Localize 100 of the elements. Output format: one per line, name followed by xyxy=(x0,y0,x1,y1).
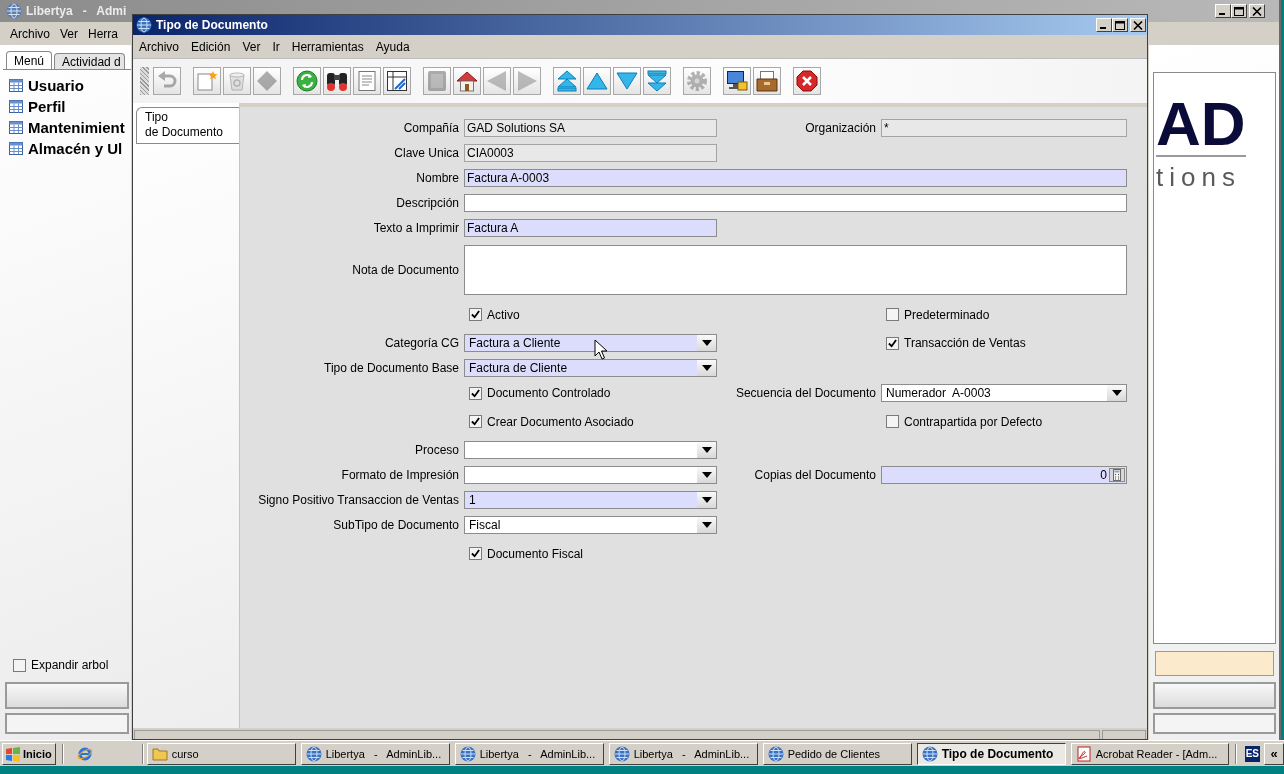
folder-icon xyxy=(151,745,168,762)
close-icon xyxy=(1252,6,1262,16)
taskbar-button[interactable]: Pedido de Clientes xyxy=(762,742,912,765)
dropdown[interactable]: Factura a Cliente xyxy=(464,334,717,352)
window-title: Tipo de Documento xyxy=(156,18,268,32)
checkbox-label: Documento Controlado xyxy=(487,386,611,400)
refresh-button[interactable] xyxy=(293,67,321,95)
last-record-button[interactable] xyxy=(643,67,671,95)
menu-item[interactable]: Herra xyxy=(83,26,124,41)
menu-item[interactable]: Ayuda xyxy=(369,39,416,54)
tree-item[interactable]: Mantenimient xyxy=(3,117,131,138)
close-window-button[interactable] xyxy=(793,67,821,95)
minimize-button[interactable] xyxy=(1215,4,1231,18)
close-icon xyxy=(1133,20,1143,30)
maximize-button[interactable] xyxy=(1112,18,1128,32)
archive-button[interactable] xyxy=(753,67,781,95)
tree-item[interactable]: Perfil xyxy=(3,96,131,117)
close-button[interactable] xyxy=(1249,4,1265,18)
tab[interactable]: Actividad d xyxy=(54,53,125,69)
maximize-button[interactable] xyxy=(1231,4,1247,18)
text-field[interactable]: CIA0003 xyxy=(464,144,717,162)
checkbox[interactable] xyxy=(886,415,899,428)
menu-item[interactable]: Archivo xyxy=(5,26,55,41)
checkbox[interactable] xyxy=(13,658,26,672)
taskbar-button[interactable]: Libertya - AdminLib... xyxy=(608,742,758,765)
house-icon xyxy=(456,70,478,92)
home-button[interactable] xyxy=(453,67,481,95)
text-field[interactable]: * xyxy=(881,119,1127,137)
language-indicator[interactable]: ES xyxy=(1244,745,1260,762)
tree-item[interactable]: Usuario xyxy=(3,75,131,96)
close-icon xyxy=(796,70,818,92)
taskbar-button[interactable]: Libertya - AdminLib... xyxy=(300,742,450,765)
text-area[interactable] xyxy=(464,244,1127,295)
checkmark-icon xyxy=(471,417,480,426)
table-icon xyxy=(9,79,23,92)
find-button[interactable] xyxy=(323,67,351,95)
previous-record-button[interactable] xyxy=(583,67,611,95)
first-record-button[interactable] xyxy=(553,67,581,95)
minimize-button[interactable] xyxy=(1096,18,1112,32)
report-button[interactable] xyxy=(353,67,381,95)
flag-icon xyxy=(5,745,21,762)
tab[interactable]: Menú xyxy=(6,51,53,69)
toolbar-grip[interactable] xyxy=(140,67,149,95)
maximize-icon xyxy=(1234,6,1244,16)
show-icons-button[interactable]: « xyxy=(1264,742,1284,765)
field-label: Secuencia del Documento xyxy=(734,386,876,400)
dropdown-button[interactable] xyxy=(697,492,716,508)
checkbox[interactable] xyxy=(469,415,482,428)
dropdown[interactable]: Numerador A-0003 xyxy=(881,384,1127,402)
checkbox[interactable] xyxy=(886,308,899,321)
text-field[interactable]: GAD Solutions SA xyxy=(464,119,717,137)
right-triangle-icon xyxy=(516,70,538,92)
field-label: Nombre xyxy=(415,171,459,185)
dropdown-button[interactable] xyxy=(697,517,716,533)
dropdown[interactable]: 1 xyxy=(464,491,717,509)
checkbox[interactable] xyxy=(469,547,482,560)
logo-tagline: tions xyxy=(1156,161,1241,193)
dropdown[interactable]: Fiscal xyxy=(464,516,717,534)
start-button[interactable]: Inicio xyxy=(2,742,57,765)
grid-toggle-button[interactable] xyxy=(383,67,411,95)
checkbox[interactable] xyxy=(469,308,482,321)
field-label: Formato de Impresión xyxy=(340,468,459,482)
screen-button[interactable] xyxy=(723,67,751,95)
checkbox[interactable] xyxy=(886,336,899,350)
menu-item[interactable]: Ver xyxy=(236,39,267,54)
close-button[interactable] xyxy=(1130,18,1146,32)
menu-item[interactable]: Herramientas xyxy=(285,39,370,54)
dropdown-button[interactable] xyxy=(697,467,716,483)
checkbox[interactable] xyxy=(469,386,482,400)
field-label: Categoría CG xyxy=(383,336,459,350)
menu-item[interactable]: Archivo xyxy=(133,39,185,54)
left-triangle-icon xyxy=(486,70,508,92)
menu-item[interactable]: Ir xyxy=(266,39,286,54)
globe-icon xyxy=(767,745,784,762)
text-field[interactable]: Factura A xyxy=(464,219,717,237)
field-label: Clave Unica xyxy=(393,146,459,160)
next-record-button[interactable] xyxy=(613,67,641,95)
monitor-icon xyxy=(726,70,748,92)
menu-item[interactable]: Edición xyxy=(185,39,237,54)
browser-icon xyxy=(77,745,93,762)
taskbar-button[interactable]: curso xyxy=(146,742,296,765)
taskbar-button[interactable]: Libertya - AdminLib... xyxy=(454,742,604,765)
field-label: Proceso xyxy=(413,443,459,457)
calculator-icon[interactable] xyxy=(1109,468,1125,482)
text-field[interactable]: Factura A-0003 xyxy=(464,169,1127,187)
dropdown-button[interactable] xyxy=(697,335,716,351)
tree-item[interactable]: Almacén y Ul xyxy=(3,138,131,159)
taskbar-button[interactable]: Acrobat Reader - [Adm... xyxy=(1070,742,1229,765)
checkbox-label: Predeterminado xyxy=(904,307,990,322)
tab[interactable]: Tipo de Documento xyxy=(136,107,239,144)
dropdown-button[interactable] xyxy=(697,360,716,376)
taskbar-button[interactable]: Tipo de Documento xyxy=(916,742,1066,765)
dropdown[interactable]: Factura de Cliente xyxy=(464,359,717,377)
logo-mark: AD xyxy=(1156,93,1246,157)
dropdown-button[interactable] xyxy=(697,442,716,458)
input-field[interactable] xyxy=(1155,651,1274,676)
text-field[interactable] xyxy=(464,194,1127,212)
number-field[interactable]: 0 xyxy=(881,466,1127,484)
menu-item[interactable]: Ver xyxy=(55,26,84,41)
dropdown-button[interactable] xyxy=(1107,385,1126,401)
